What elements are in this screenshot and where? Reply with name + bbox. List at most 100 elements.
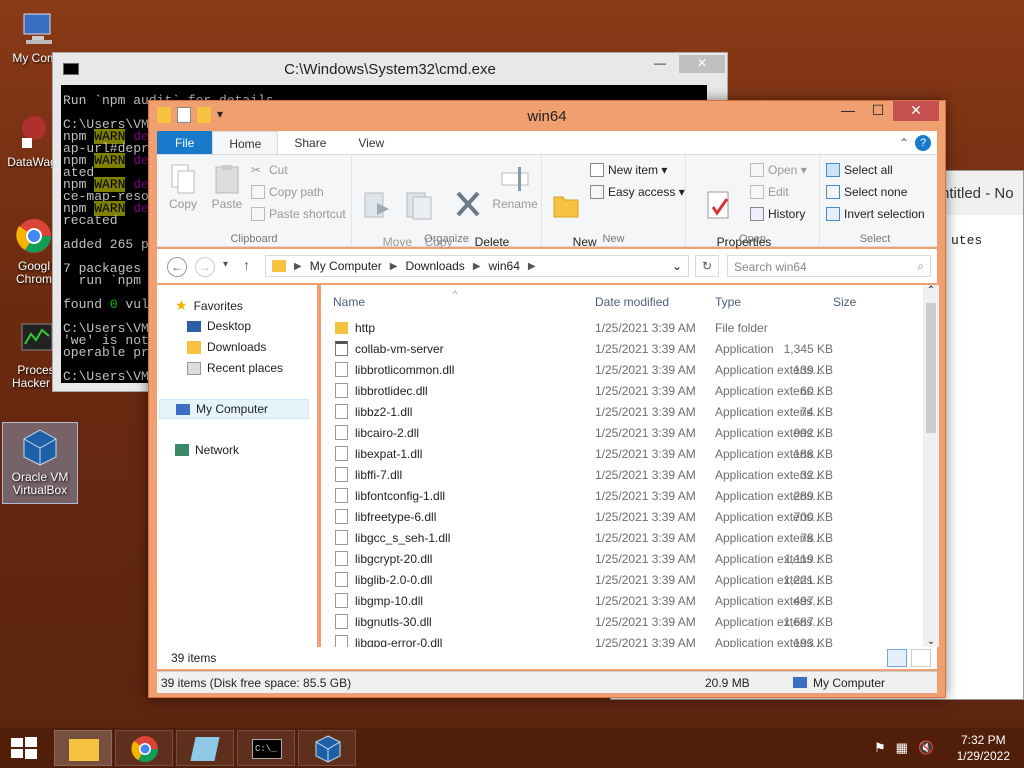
file-name: collab-vm-server: [355, 342, 444, 356]
column-header-date[interactable]: Date modified: [595, 295, 669, 309]
file-row[interactable]: libfreetype-6.dll 1/25/2021 3:39 AM Applic…: [321, 506, 931, 527]
taskbar-virtualbox[interactable]: [298, 730, 356, 766]
taskbar-explorer[interactable]: [54, 730, 112, 766]
forward-button[interactable]: →: [195, 257, 215, 277]
file-date: 1/25/2021 3:39 AM: [595, 384, 696, 398]
copy-to-icon: [403, 189, 433, 221]
minimize-button[interactable]: —: [833, 101, 863, 121]
rename-button[interactable]: Rename: [492, 163, 538, 211]
select-none-button[interactable]: Select none: [826, 185, 907, 199]
nav-desktop[interactable]: Desktop: [187, 319, 251, 333]
scroll-thumb[interactable]: [926, 303, 936, 433]
recent-locations-icon[interactable]: ▾: [223, 259, 228, 270]
file-row[interactable]: libgmp-10.dll 1/25/2021 3:39 AM Applicatio…: [321, 590, 931, 611]
group-label: Open: [739, 233, 766, 245]
refresh-button[interactable]: ↻: [695, 255, 719, 277]
explorer-window[interactable]: ▾ win64 — ☐ ✕ File Home Share View ⌃ ? C…: [148, 100, 946, 698]
help-icon[interactable]: ?: [915, 134, 931, 151]
large-icons-view-icon[interactable]: [911, 649, 931, 667]
column-header-size[interactable]: Size: [833, 295, 856, 309]
file-size: 289 KB: [793, 489, 833, 503]
file-name: libgcc_s_seh-1.dll: [355, 531, 451, 545]
easy-access-icon: [590, 185, 604, 199]
taskbar-cmd[interactable]: C:\_: [237, 730, 295, 766]
nav-network[interactable]: Network: [175, 443, 239, 457]
edit-button[interactable]: Edit: [750, 185, 789, 199]
file-row[interactable]: libgpg-error-0.dll 1/25/2021 3:39 AM Appli…: [321, 632, 931, 647]
dll-file-icon: [335, 509, 348, 524]
action-center-flag-icon[interactable]: ⚑: [874, 740, 886, 756]
file-row[interactable]: libgcc_s_seh-1.dll 1/25/2021 3:39 AM Appli…: [321, 527, 931, 548]
maximize-button[interactable]: ☐: [863, 101, 893, 121]
back-button[interactable]: ←: [167, 257, 187, 277]
taskbar-notepad[interactable]: [176, 730, 234, 766]
datawag-icon: [12, 112, 52, 152]
cmd-title: C:\Windows\System32\cmd.exe: [284, 60, 496, 78]
cmd-close-button[interactable]: ✕: [679, 55, 725, 73]
address-dropdown-icon[interactable]: ⌄: [672, 259, 688, 273]
nav-recent-places[interactable]: Recent places: [187, 361, 283, 375]
paste-shortcut-button[interactable]: Paste shortcut: [251, 207, 346, 221]
select-all-button[interactable]: Select all: [826, 163, 893, 177]
invert-selection-button[interactable]: Invert selection: [826, 207, 925, 221]
tab-home[interactable]: Home: [212, 131, 279, 154]
file-name: libbz2-1.dll: [355, 405, 413, 419]
taskbar-chrome[interactable]: [115, 730, 173, 766]
breadcrumb-item[interactable]: win64: [489, 259, 520, 273]
copy-button[interactable]: Copy: [163, 163, 203, 211]
file-row[interactable]: libfontconfig-1.dll 1/25/2021 3:39 AM Appl…: [321, 485, 931, 506]
file-row[interactable]: libbrotlidec.dll 1/25/2021 3:39 AM Applica…: [321, 380, 931, 401]
file-row[interactable]: libbrotlicommon.dll 1/25/2021 3:39 AM Appl…: [321, 359, 931, 380]
column-header-name[interactable]: Name: [333, 295, 365, 309]
paste-button[interactable]: Paste: [207, 163, 247, 211]
file-size: 193 KB: [793, 636, 833, 647]
nav-my-computer[interactable]: My Computer: [159, 399, 309, 419]
details-view-icon[interactable]: [887, 649, 907, 667]
group-label: Clipboard: [230, 233, 278, 245]
open-button[interactable]: Open ▾: [750, 163, 807, 177]
up-button[interactable]: ↑: [243, 257, 250, 273]
breadcrumb-item[interactable]: Downloads: [405, 259, 464, 273]
file-row[interactable]: libcairo-2.dll 1/25/2021 3:39 AM Applicati…: [321, 422, 931, 443]
tab-share[interactable]: Share: [278, 131, 342, 154]
scroll-down-icon[interactable]: ⌄: [923, 636, 939, 647]
start-button[interactable]: [10, 736, 38, 760]
desktop-icon-label: Oracle VM VirtualBox: [11, 470, 69, 497]
desktop-icon-virtualbox[interactable]: Oracle VM VirtualBox: [2, 422, 78, 504]
column-header-type[interactable]: Type: [715, 295, 741, 309]
new-item-button[interactable]: New item ▾: [590, 163, 667, 177]
scroll-up-icon[interactable]: ⌃: [923, 285, 939, 296]
tab-file[interactable]: File: [157, 131, 213, 154]
history-button[interactable]: History: [750, 207, 805, 221]
vertical-scrollbar[interactable]: ⌃ ⌄: [923, 285, 939, 647]
easy-access-button[interactable]: Easy access ▾: [590, 185, 685, 199]
file-row[interactable]: libglib-2.0-0.dll 1/25/2021 3:39 AM Applic…: [321, 569, 931, 590]
rename-icon: [500, 163, 530, 195]
ribbon-tabs: File Home Share View ⌃ ?: [157, 131, 937, 155]
network-icon: [175, 444, 189, 456]
close-button[interactable]: ✕: [893, 101, 939, 121]
cmd-minimize-button[interactable]: —: [645, 55, 675, 73]
tab-view[interactable]: View: [342, 131, 400, 154]
explorer-titlebar[interactable]: ▾ win64 — ☐ ✕: [149, 101, 945, 131]
cut-button[interactable]: ✂ Cut: [251, 163, 288, 177]
breadcrumb-item[interactable]: My Computer: [310, 259, 382, 273]
file-row[interactable]: libgnutls-30.dll 1/25/2021 3:39 AM Applica…: [321, 611, 931, 632]
clock[interactable]: 7:32 PM 1/29/2022: [957, 732, 1010, 764]
dll-file-icon: [335, 551, 348, 566]
cmd-titlebar[interactable]: C:\Windows\System32\cmd.exe ✕ —: [53, 53, 727, 85]
file-row[interactable]: libexpat-1.dll 1/25/2021 3:39 AM Applicati…: [321, 443, 931, 464]
collapse-ribbon-icon[interactable]: ⌃: [899, 136, 909, 150]
network-icon[interactable]: ▦: [896, 740, 908, 756]
file-row[interactable]: libffi-7.dll 1/25/2021 3:39 AM Application…: [321, 464, 931, 485]
search-input[interactable]: Search win64 ⌕: [727, 255, 931, 277]
nav-favorites[interactable]: ★ Favorites: [175, 297, 243, 314]
file-row[interactable]: http 1/25/2021 3:39 AM File folder: [321, 317, 931, 338]
address-bar[interactable]: ▶ My Computer ▶ Downloads ▶ win64 ▶ ⌄: [265, 255, 689, 277]
nav-downloads[interactable]: Downloads: [187, 340, 266, 354]
file-row[interactable]: collab-vm-server 1/25/2021 3:39 AM Applica…: [321, 338, 931, 359]
file-row[interactable]: libbz2-1.dll 1/25/2021 3:39 AM Application…: [321, 401, 931, 422]
copy-path-button[interactable]: Copy path: [251, 185, 324, 199]
file-row[interactable]: libgcrypt-20.dll 1/25/2021 3:39 AM Applica…: [321, 548, 931, 569]
volume-muted-icon[interactable]: 🔇: [918, 740, 934, 756]
